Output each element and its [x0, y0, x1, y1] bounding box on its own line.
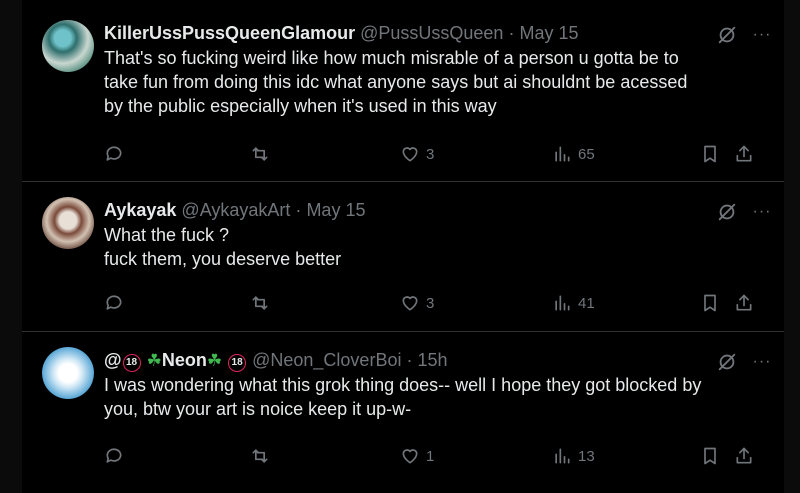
display-name[interactable]: KillerUssPussQueenGlamour — [104, 23, 355, 43]
views-chart-icon — [555, 295, 570, 311]
retweet-button[interactable] — [250, 140, 270, 168]
separator-dot: · — [406, 350, 413, 370]
clover-icon: ☘ — [146, 351, 162, 370]
tweet-text-line: I was wondering what this grok thing doe… — [104, 375, 702, 395]
retweet-button[interactable] — [250, 442, 270, 470]
reply-feed: KillerUssPussQueenGlamour @PussUssQueen … — [0, 0, 800, 493]
share-icon — [736, 145, 752, 162]
timestamp[interactable]: May 15 — [519, 23, 578, 43]
tweet[interactable]: Aykayak @AykayakArt · May 15 ··· What th… — [22, 182, 784, 332]
tweet-text-line: you, btw your art is noice keep it up-w- — [104, 399, 412, 419]
view-count: 41 — [578, 294, 595, 312]
like-count: 1 — [426, 447, 435, 465]
grok-icon[interactable] — [716, 351, 738, 373]
retweet-button[interactable] — [250, 289, 270, 317]
retweet-icon — [252, 147, 268, 161]
share-button[interactable] — [734, 140, 754, 168]
tweet-text: That's so fucking weird like how much mi… — [104, 46, 764, 118]
bookmark-icon — [704, 145, 716, 163]
reply-button[interactable] — [104, 289, 124, 317]
separator-dot: · — [508, 23, 515, 43]
tweet-header: @18 ☘Neon☘ 18 @Neon_CloverBoi · 15h — [104, 347, 768, 373]
user-handle[interactable]: @Neon_CloverBoi — [252, 350, 401, 370]
more-icon[interactable]: ··· — [752, 26, 772, 44]
like-count: 3 — [426, 145, 435, 163]
tweet[interactable]: KillerUssPussQueenGlamour @PussUssQueen … — [22, 0, 784, 182]
heart-icon — [402, 449, 418, 464]
tweet-header: KillerUssPussQueenGlamour @PussUssQueen … — [104, 20, 768, 46]
like-button[interactable]: 3 — [400, 289, 434, 317]
more-icon[interactable]: ··· — [752, 203, 772, 221]
tweet-header: Aykayak @AykayakArt · May 15 — [104, 197, 768, 223]
age-18-badge: 18 — [228, 354, 247, 372]
bookmark-button[interactable] — [700, 289, 720, 317]
action-bar: 1 13 — [104, 442, 772, 470]
more-icon[interactable]: ··· — [752, 353, 772, 371]
bookmark-button[interactable] — [700, 442, 720, 470]
bookmark-icon — [704, 294, 716, 312]
share-icon — [736, 294, 752, 311]
like-button[interactable]: 3 — [400, 140, 434, 168]
display-name[interactable]: Aykayak — [104, 200, 176, 220]
reply-icon — [106, 448, 122, 463]
views-button[interactable]: 65 — [552, 140, 595, 168]
user-handle[interactable]: @AykayakArt — [181, 200, 290, 220]
views-chart-icon — [555, 448, 570, 464]
reply-button[interactable] — [104, 140, 124, 168]
tweet-text-line: fuck them, you deserve better — [104, 249, 342, 269]
display-name[interactable]: Neon — [162, 350, 207, 370]
views-button[interactable]: 41 — [552, 289, 595, 317]
tweet-text: What the fuck ? fuck them, you deserve b… — [104, 223, 764, 271]
reply-icon — [106, 146, 122, 161]
user-handle[interactable]: @PussUssQueen — [360, 23, 503, 43]
action-bar: 3 65 — [104, 140, 772, 168]
share-button[interactable] — [734, 442, 754, 470]
tweet-text-line: That's so fucking weird like how much mi… — [104, 48, 679, 68]
view-count: 65 — [578, 145, 595, 163]
retweet-icon — [252, 449, 268, 463]
timestamp[interactable]: 15h — [417, 350, 447, 370]
like-button[interactable]: 1 — [400, 442, 434, 470]
tweet-text-line: by the public especially when it's used … — [104, 96, 497, 116]
grok-icon[interactable] — [716, 24, 738, 46]
avatar[interactable] — [42, 20, 94, 72]
reply-icon — [106, 295, 122, 310]
tweet-top-icons: ··· — [716, 201, 772, 223]
age-18-badge: 18 — [122, 354, 141, 372]
tweet-top-icons: ··· — [716, 24, 772, 46]
separator-dot: · — [295, 200, 302, 220]
tweet-top-icons: ··· — [716, 351, 772, 373]
display-name-prefix[interactable]: @ — [104, 350, 122, 370]
views-chart-icon — [555, 146, 570, 162]
heart-icon — [402, 296, 418, 311]
avatar[interactable] — [42, 197, 94, 249]
retweet-icon — [252, 296, 268, 310]
view-count: 13 — [578, 447, 595, 465]
heart-icon — [402, 147, 418, 162]
timestamp[interactable]: May 15 — [306, 200, 365, 220]
like-count: 3 — [426, 294, 435, 312]
tweet-text: I was wondering what this grok thing doe… — [104, 373, 764, 421]
views-button[interactable]: 13 — [552, 442, 595, 470]
avatar[interactable] — [42, 347, 94, 399]
share-button[interactable] — [734, 289, 754, 317]
action-bar: 3 41 — [104, 289, 772, 317]
bookmark-icon — [704, 447, 716, 465]
reply-button[interactable] — [104, 442, 124, 470]
tweet-text-line: What the fuck ? — [104, 225, 230, 245]
share-icon — [736, 447, 752, 464]
tweet-text-line: take fun from doing this idc what anyone… — [104, 72, 688, 92]
grok-icon[interactable] — [716, 201, 738, 223]
clover-icon: ☘ — [206, 351, 223, 370]
bookmark-button[interactable] — [700, 140, 720, 168]
tweet[interactable]: @18 ☘Neon☘ 18 @Neon_CloverBoi · 15h ··· … — [22, 332, 784, 493]
